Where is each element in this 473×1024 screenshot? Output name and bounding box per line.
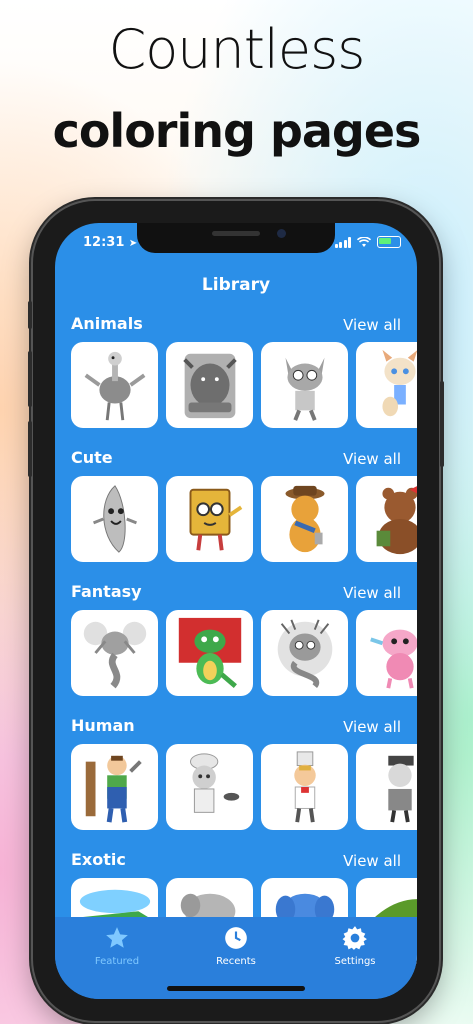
dragon-green-icon (178, 617, 241, 689)
thumbnail-cat-girl[interactable] (356, 342, 417, 428)
thumbnail-farmer[interactable] (71, 744, 158, 830)
notch (137, 223, 335, 253)
section-title: Cute (71, 448, 113, 467)
gear-icon (342, 926, 367, 950)
tab-featured[interactable]: Featured (67, 925, 167, 967)
dragon-grey-icon (83, 621, 146, 689)
thumbnail-pink-creature[interactable] (356, 610, 417, 696)
tab-settings[interactable]: Settings (305, 925, 405, 967)
chef-girl-icon (189, 753, 239, 813)
speaker (212, 231, 260, 236)
section-title: Fantasy (71, 582, 142, 601)
view-all-button[interactable]: View all (343, 316, 401, 334)
view-all-button[interactable]: View all (343, 584, 401, 602)
man-icon (387, 755, 414, 823)
headline-line-2: coloring pages (52, 104, 422, 158)
tab-label: Featured (94, 956, 140, 967)
pink-creature-icon (369, 629, 417, 689)
thumbnail-bear-hat[interactable] (261, 476, 348, 562)
view-all-button[interactable]: View all (343, 718, 401, 736)
thumbnail-boy-chef[interactable] (261, 744, 348, 830)
location-arrow-icon: ➤ (128, 238, 138, 249)
thumbnail-book[interactable] (166, 476, 253, 562)
thumbnail-bear-brown[interactable] (356, 476, 417, 562)
screen-title: Library (201, 275, 271, 295)
home-indicator (167, 986, 305, 991)
status-time-text: 12:31 (83, 235, 125, 250)
tab-recents[interactable]: Recents (186, 925, 286, 967)
boy-chef-icon (293, 751, 316, 823)
star-icon (106, 927, 128, 948)
cat-girl-icon (381, 349, 417, 417)
thumbnail-banana[interactable] (71, 476, 158, 562)
phone-frame: 12:31 ➤ Library Animals View all Cute Vi… (28, 201, 444, 1021)
section-title: Animals (71, 314, 143, 333)
mute-switch (28, 301, 32, 329)
tab-bar: Featured Recents Settings (55, 917, 417, 999)
thumbnail-man[interactable] (356, 744, 417, 830)
tab-label: Settings (334, 956, 376, 967)
battery-icon (377, 236, 401, 248)
volume-down-button (28, 421, 32, 477)
volume-up-button (28, 351, 32, 407)
bear-hat-icon (285, 485, 324, 553)
view-all-button[interactable]: View all (343, 852, 401, 870)
clock-icon (225, 927, 247, 949)
headline-line-1: Countless (108, 18, 366, 81)
tab-label: Recents (216, 956, 256, 967)
section-title: Human (71, 716, 135, 735)
thumbnail-ostrich[interactable] (71, 342, 158, 428)
thumbnail-cat[interactable] (261, 342, 348, 428)
power-button (440, 381, 444, 467)
farmer-icon (85, 755, 142, 823)
bear-brown-icon (376, 485, 417, 555)
thumbnail-chef-girl[interactable] (166, 744, 253, 830)
front-camera (277, 229, 286, 238)
cat-icon (285, 357, 324, 421)
signal-icon (334, 236, 351, 248)
thumbnail-bull[interactable] (166, 342, 253, 428)
thumbnail-dragon-green[interactable] (166, 610, 253, 696)
wifi-icon (357, 236, 371, 247)
status-time: 12:31 ➤ (83, 235, 137, 250)
status-icons (334, 236, 401, 248)
thumbnail-dragon-grey[interactable] (71, 610, 158, 696)
bull-icon (182, 353, 237, 419)
app-screen: 12:31 ➤ Library Animals View all Cute Vi… (55, 223, 417, 999)
monster-icon (277, 619, 332, 689)
book-icon (189, 488, 242, 551)
thumbnail-monster[interactable] (261, 610, 348, 696)
ostrich-icon (84, 351, 145, 421)
banana-icon (92, 485, 137, 553)
section-title: Exotic (71, 850, 126, 869)
view-all-button[interactable]: View all (343, 450, 401, 468)
